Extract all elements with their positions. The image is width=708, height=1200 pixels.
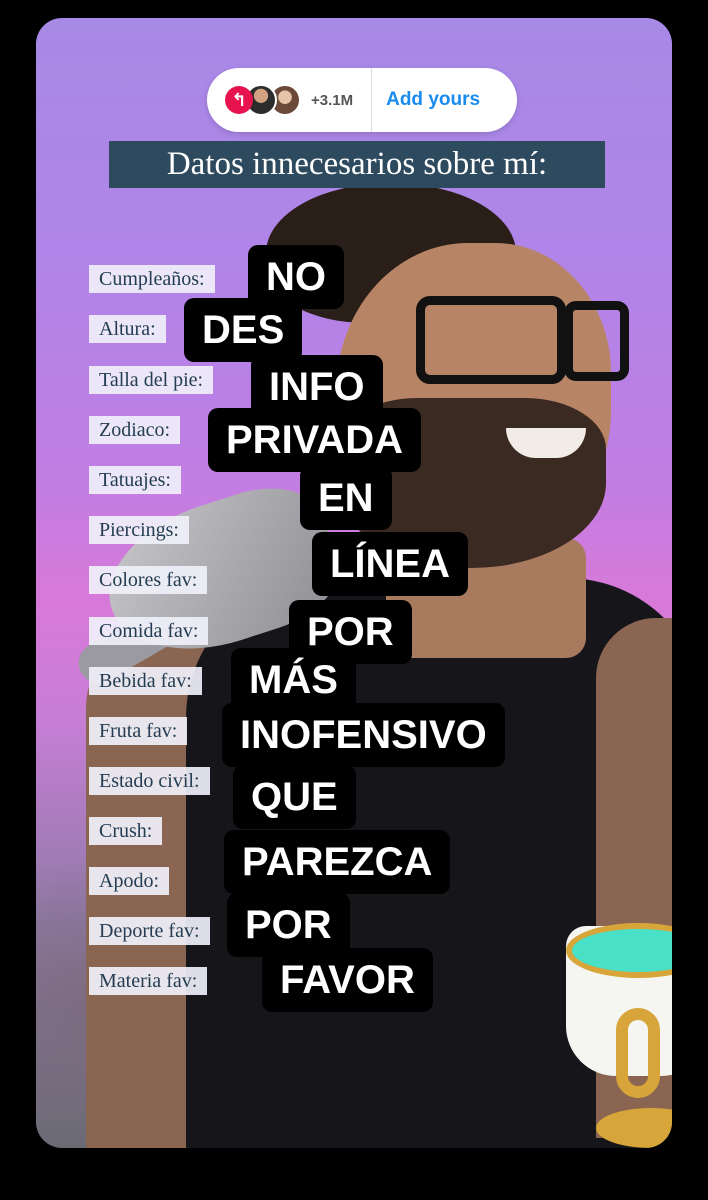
word-que: QUE: [233, 765, 356, 829]
label-deporte-fav: Deporte fav:: [89, 917, 210, 945]
label-talla-pie: Talla del pie:: [89, 366, 214, 394]
add-yours-button[interactable]: Add yours: [386, 89, 480, 111]
label-zodiaco: Zodiaco:: [89, 416, 181, 444]
reply-arrow-icon: ↰: [225, 86, 253, 114]
word-privada: PRIVADA: [208, 408, 422, 472]
label-apodo: Apodo:: [89, 867, 169, 895]
word-des: DES: [184, 298, 303, 362]
label-crush: Crush:: [89, 817, 163, 845]
mug-handle: [616, 1008, 660, 1098]
word-linea: LÍNEA: [312, 532, 468, 596]
add-yours-sticker[interactable]: ↰ +3.1M Add yours: [207, 68, 517, 132]
word-favor: FAVOR: [262, 948, 433, 1012]
label-tatuajes: Tatuajes:: [89, 466, 181, 494]
sticker-divider: [371, 68, 373, 132]
label-comida-fav: Comida fav:: [89, 617, 209, 645]
label-estado-civil: Estado civil:: [89, 767, 210, 795]
word-parezca: PAREZCA: [224, 830, 451, 894]
label-cumpleanos: Cumpleaños:: [89, 265, 215, 293]
glasses-left-lens: [416, 296, 566, 384]
story-title: Datos innecesarios sobre mí:: [109, 141, 605, 188]
glasses-right-lens: [564, 301, 629, 381]
label-piercings: Piercings:: [89, 516, 189, 544]
label-fruta-fav: Fruta fav:: [89, 717, 188, 745]
word-en: EN: [300, 466, 392, 530]
label-colores-fav: Colores fav:: [89, 566, 208, 594]
label-materia-fav: Materia fav:: [89, 967, 208, 995]
label-altura: Altura:: [89, 315, 166, 343]
word-inofensivo: INOFENSIVO: [222, 703, 505, 767]
label-bebida-fav: Bebida fav:: [89, 667, 202, 695]
participants-count: +3.1M: [311, 91, 354, 109]
